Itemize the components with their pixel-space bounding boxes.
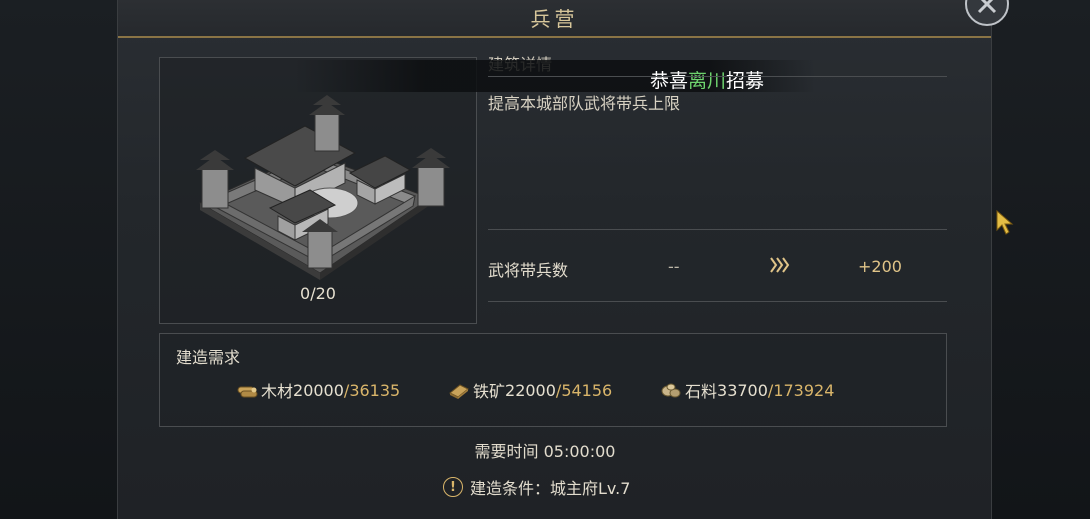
requirements-title: 建造需求 — [176, 348, 241, 367]
divider — [488, 229, 947, 230]
requirement-need: 33700 — [717, 380, 768, 400]
requirement-name: 铁矿 — [473, 382, 506, 401]
requirement-have: /54156 — [555, 380, 613, 400]
requirement-wood: 木材 20000/36135 — [236, 378, 400, 402]
divider — [488, 76, 947, 77]
window-title: 兵营 — [530, 7, 579, 31]
notification-text: 恭喜离川招募 — [650, 66, 764, 93]
cursor-icon — [996, 210, 1014, 235]
requirement-iron: 铁矿 22000/54156 — [448, 378, 612, 402]
stone-icon — [661, 383, 681, 398]
tower-right — [412, 148, 450, 207]
requirement-need: 22000 — [505, 380, 556, 400]
requirement-stone: 石料 33700/173924 — [660, 378, 834, 402]
requirement-have: /173924 — [767, 380, 835, 400]
close-icon — [977, 0, 997, 14]
building-image-box: 0/20 — [159, 57, 477, 324]
building-description: 提高本城部队武将带兵上限 — [488, 94, 681, 113]
divider — [488, 301, 947, 302]
build-time: 需要时间 05:00:00 — [0, 438, 1090, 462]
condition-label: 建造条件： — [470, 479, 551, 498]
upgrade-arrow-icon — [770, 257, 790, 273]
notification-player-name: 离川 — [688, 70, 727, 92]
tower-left — [196, 150, 234, 209]
requirement-name: 木材 — [261, 382, 294, 401]
warning-icon: ! — [443, 477, 463, 497]
requirement-have: /36135 — [343, 380, 401, 400]
requirement-need: 20000 — [293, 380, 344, 400]
requirements-box: 建造需求 木材 20000/36135 铁矿 22000/54156 石料 33700… — [159, 333, 947, 427]
wood-icon — [237, 386, 258, 398]
iron-ore-icon — [449, 384, 469, 399]
stat-current-value: -- — [668, 257, 680, 276]
notification-suffix: 招募 — [726, 70, 765, 92]
build-condition: ! 建造条件： 城主府Lv.7 — [443, 475, 630, 499]
stat-next-value: +200 — [858, 257, 902, 276]
condition-value: 城主府Lv.7 — [550, 479, 631, 498]
stat-label: 武将带兵数 — [488, 261, 569, 280]
build-time-value: 05:00:00 — [543, 442, 616, 461]
building-count: 0/20 — [300, 284, 336, 303]
notification-prefix: 恭喜 — [650, 70, 689, 92]
build-time-label: 需要时间 — [474, 442, 539, 461]
title-bar: 兵营 — [118, 0, 991, 38]
requirement-name: 石料 — [685, 382, 718, 401]
